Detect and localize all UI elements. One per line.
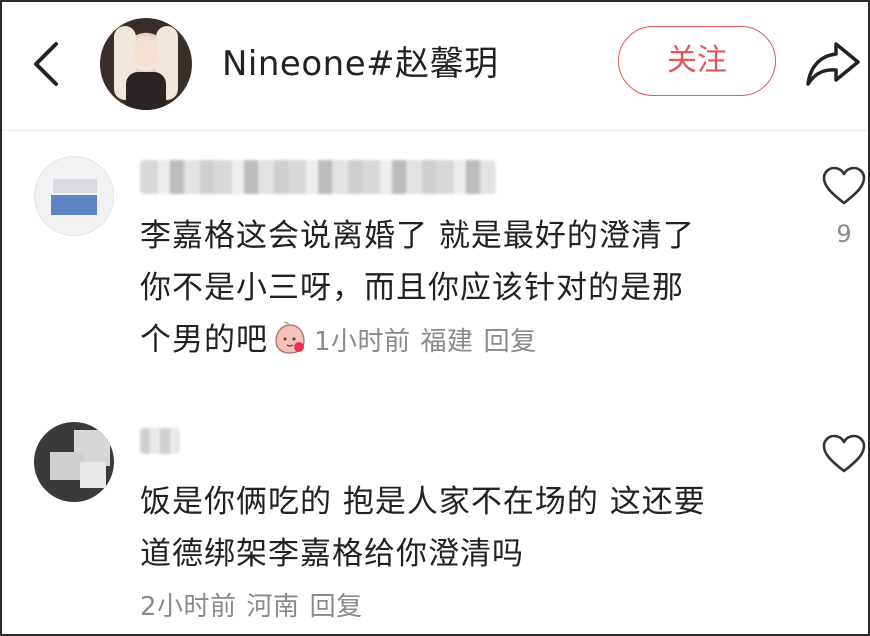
- blurred-nickname[interactable]: [140, 160, 496, 194]
- like-count: 9: [836, 220, 852, 248]
- comment-time: 2小时前: [140, 592, 237, 622]
- comment-location: 河南: [246, 592, 300, 622]
- peach-face-emoji: [275, 321, 305, 354]
- comment-text: 李嘉格这会说离婚了 就是最好的澄清了 你不是小三呀，而且你应该针对的是那 个男的…: [140, 210, 695, 368]
- comment-screen: Nineone#赵馨玥 关注 李嘉格这会说离婚了 就是最好的澄清了 你不是小三呀…: [0, 0, 870, 636]
- comment-meta: 1小时前 福建 回复: [314, 327, 547, 357]
- reply-button[interactable]: 回复: [484, 327, 537, 357]
- comment-line: 个男的吧: [140, 322, 268, 358]
- comment-line: 饭是你俩吃的 抱是人家不在场的 这还要: [140, 484, 706, 520]
- reply-button[interactable]: 回复: [310, 592, 363, 622]
- like-control[interactable]: 9: [820, 166, 868, 248]
- avatar[interactable]: [34, 156, 114, 236]
- profile-header: Nineone#赵馨玥 关注: [2, 2, 868, 131]
- comment-text: 饭是你俩吃的 抱是人家不在场的 这还要 道德绑架李嘉格给你澄清吗: [140, 476, 706, 580]
- heart-icon[interactable]: [821, 166, 867, 206]
- author-avatar[interactable]: [100, 18, 192, 110]
- comment-line: 你不是小三呀，而且你应该针对的是那: [140, 270, 684, 306]
- author-username[interactable]: Nineone#赵馨玥: [222, 42, 499, 86]
- comment-line: 李嘉格这会说离婚了 就是最好的澄清了: [140, 218, 695, 254]
- share-arrow-icon[interactable]: [804, 38, 862, 90]
- comment-line: 道德绑架李嘉格给你澄清吗: [140, 536, 524, 572]
- comment-time: 1小时前: [314, 327, 411, 357]
- avatar[interactable]: [34, 422, 114, 502]
- comment-location: 福建: [420, 327, 474, 357]
- blurred-nickname[interactable]: [140, 428, 180, 454]
- chevron-left-icon[interactable]: [28, 40, 68, 88]
- heart-icon[interactable]: [821, 434, 867, 474]
- like-control[interactable]: [820, 434, 868, 478]
- comment-meta: 2小时前 河南 回复: [140, 586, 373, 623]
- follow-button[interactable]: 关注: [618, 26, 776, 96]
